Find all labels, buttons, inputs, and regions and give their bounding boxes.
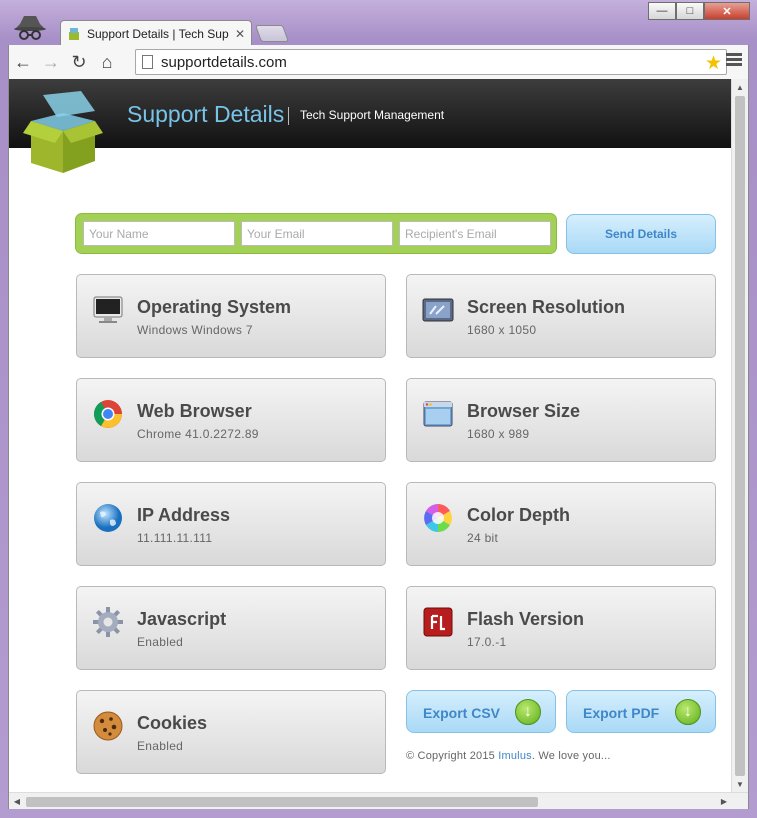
tab-close-icon[interactable]: ✕	[235, 27, 245, 41]
card-title: Cookies	[137, 713, 208, 733]
card-title: Web Browser	[137, 401, 252, 421]
card-value: 11.111.11.111	[137, 531, 213, 545]
card-value: 1680 x 1050	[467, 323, 537, 337]
card-title: Operating System	[137, 297, 292, 317]
scroll-down-icon[interactable]: ▼	[732, 776, 748, 792]
email-input[interactable]	[241, 221, 393, 246]
card-value: Enabled	[137, 739, 184, 753]
card-web-browser: Web Browser Chrome 41.0.2272.89	[76, 378, 386, 462]
scroll-right-icon[interactable]: ▶	[716, 793, 732, 809]
cookie-icon	[93, 711, 123, 741]
site-title[interactable]: Support Details	[127, 101, 284, 128]
browser-window: ― □ ✕ Support Details | Tech Sup ✕ ← → ↻…	[0, 0, 757, 818]
copyright-text: © Copyright 2015 Imulus. We love you...	[406, 750, 611, 762]
name-input[interactable]	[83, 221, 235, 246]
box-logo-icon[interactable]	[23, 91, 105, 173]
export-csv-button[interactable]: Export CSV ↓	[406, 690, 556, 733]
card-title: Javascript	[137, 609, 227, 629]
recipient-email-input[interactable]	[399, 221, 551, 246]
card-cookies: Cookies Enabled	[76, 690, 386, 774]
card-title: Browser Size	[467, 401, 581, 421]
browser-window-icon	[423, 401, 453, 427]
card-browser-size: Browser Size 1680 x 989	[406, 378, 716, 462]
menu-icon[interactable]	[726, 51, 742, 68]
incognito-icon	[14, 16, 46, 40]
close-icon[interactable]: ✕	[704, 2, 750, 20]
address-bar[interactable]: supportdetails.com ★	[135, 49, 727, 75]
scroll-up-icon[interactable]: ▲	[732, 79, 748, 95]
card-value: Enabled	[137, 635, 184, 649]
card-operating-system: Operating System Windows Windows 7	[76, 274, 386, 358]
window-controls: ― □ ✕	[648, 2, 750, 20]
card-value: Windows Windows 7	[137, 323, 253, 337]
screen-resolution-icon	[422, 298, 454, 322]
card-title: Screen Resolution	[467, 297, 626, 317]
card-ip-address: IP Address 11.111.11.111	[76, 482, 386, 566]
card-color-depth: Color Depth 24 bit	[406, 482, 716, 566]
minimize-icon[interactable]: ―	[648, 2, 676, 20]
tab-support-details[interactable]: Support Details | Tech Sup ✕	[60, 20, 252, 46]
site-subtitle: Tech Support Management	[300, 108, 445, 122]
forward-icon[interactable]: →	[37, 48, 65, 76]
scroll-left-icon[interactable]: ◀	[9, 793, 25, 809]
export-pdf-button[interactable]: Export PDF ↓	[566, 690, 716, 733]
monitor-icon	[93, 296, 123, 323]
reload-icon[interactable]: ↻	[65, 48, 93, 76]
imulus-link[interactable]: Imulus	[498, 750, 532, 762]
home-icon[interactable]: ⌂	[93, 48, 121, 76]
export-pdf-label: Export PDF	[583, 705, 660, 721]
card-title: Flash Version	[467, 609, 585, 629]
header-divider	[288, 107, 289, 125]
box-favicon-icon	[69, 27, 79, 40]
card-title: Color Depth	[467, 505, 570, 525]
send-details-form	[75, 213, 557, 254]
back-icon[interactable]: ←	[9, 48, 37, 76]
page-viewport: Support Details Tech Support Management …	[8, 79, 749, 809]
globe-icon	[94, 504, 122, 532]
new-tab-button[interactable]	[254, 25, 290, 42]
vertical-scrollbar[interactable]: ▲ ▼	[731, 79, 748, 792]
browser-toolbar: ← → ↻ ⌂ supportdetails.com ★	[8, 45, 749, 79]
card-javascript: Javascript Enabled	[76, 586, 386, 670]
horizontal-scrollbar[interactable]: ◀ ▶	[9, 792, 748, 809]
export-csv-label: Export CSV	[423, 705, 501, 721]
maximize-icon[interactable]: □	[676, 2, 704, 20]
download-arrow-icon: ↓	[515, 699, 541, 725]
vertical-scroll-thumb[interactable]	[735, 96, 745, 776]
site-header: Support Details Tech Support Management	[9, 79, 733, 148]
bookmark-star-icon[interactable]: ★	[705, 52, 722, 75]
page-icon	[142, 55, 153, 69]
card-title: IP Address	[137, 505, 231, 525]
horizontal-scroll-thumb[interactable]	[26, 797, 538, 807]
url-text: supportdetails.com	[161, 53, 287, 71]
tab-title: Support Details | Tech Sup	[87, 26, 229, 41]
card-value: 1680 x 989	[467, 427, 530, 441]
color-wheel-icon	[424, 504, 452, 532]
flash-icon	[423, 607, 453, 637]
card-value: 17.0.-1	[467, 635, 507, 649]
card-screen-resolution: Screen Resolution 1680 x 1050	[406, 274, 716, 358]
download-arrow-icon: ↓	[675, 699, 701, 725]
card-flash-version: Flash Version 17.0.-1	[406, 586, 716, 670]
card-value: Chrome 41.0.2272.89	[137, 427, 259, 441]
gear-icon	[93, 607, 123, 637]
send-details-button[interactable]: Send Details	[566, 214, 716, 254]
chrome-icon	[94, 400, 122, 428]
card-value: 24 bit	[467, 531, 499, 545]
